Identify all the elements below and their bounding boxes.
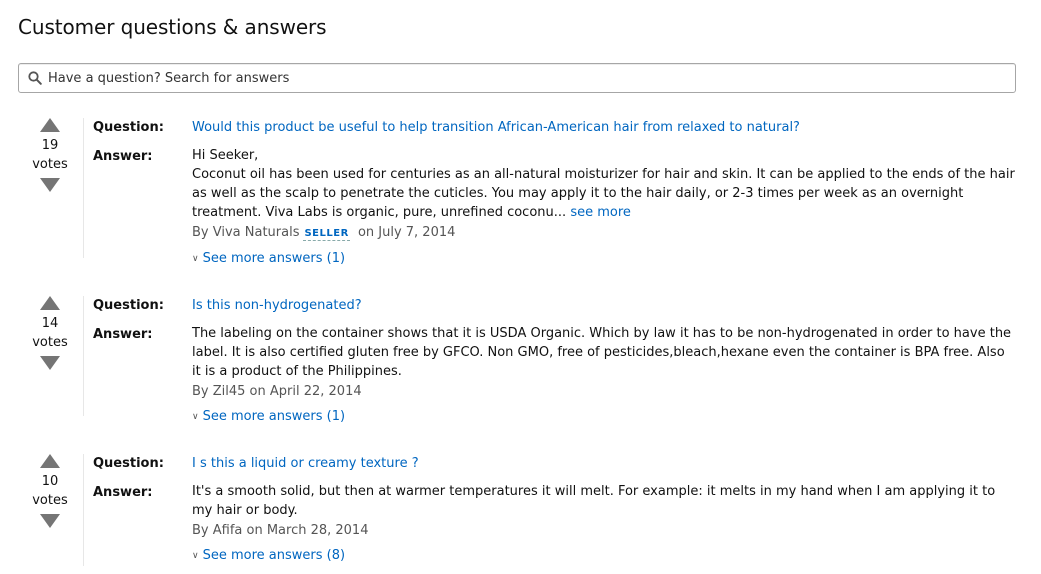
answer-body: It's a smooth solid, but then at warmer … <box>192 484 996 518</box>
vote-count: 19 <box>41 138 59 153</box>
answer-text: The labeling on the container shows that… <box>192 324 1017 381</box>
page-title: Customer questions & answers <box>18 15 327 39</box>
see-more-answers-label: See more answers (8) <box>202 548 346 563</box>
votes-label: votes <box>32 157 68 172</box>
vote-count: 14 <box>41 316 59 331</box>
answer-date: on July 7, 2014 <box>357 225 456 240</box>
see-more-answers-label: See more answers (1) <box>202 251 346 266</box>
question-label: Question: <box>93 120 164 135</box>
upvote-arrow-icon[interactable] <box>40 454 60 468</box>
answer-label: Answer: <box>93 485 153 500</box>
divider <box>83 454 84 566</box>
downvote-arrow-icon[interactable] <box>40 356 60 370</box>
divider <box>83 118 84 258</box>
author: By Viva Naturals <box>192 225 300 240</box>
see-more-answers-link[interactable]: ∨ See more answers (8) <box>192 548 345 563</box>
see-more-answers-link[interactable]: ∨ See more answers (1) <box>192 251 345 266</box>
answer-greeting: Hi Seeker, <box>192 148 259 163</box>
answer-byline: By Zil45 on April 22, 2014 <box>192 384 362 399</box>
double-chevron-down-icon: ∨ <box>192 551 199 561</box>
see-more-answers-link[interactable]: ∨ See more answers (1) <box>192 409 345 424</box>
upvote-arrow-icon[interactable] <box>40 118 60 132</box>
seller-badge[interactable]: SELLER <box>303 227 350 241</box>
answer-byline: By Viva Naturals SELLER on July 7, 2014 <box>192 225 455 241</box>
double-chevron-down-icon: ∨ <box>192 412 199 422</box>
answer-label: Answer: <box>93 149 153 164</box>
question-link[interactable]: Would this product be useful to help tra… <box>192 120 800 135</box>
question-label: Question: <box>93 456 164 471</box>
answer-text: Hi Seeker, Coconut oil has been used for… <box>192 146 1017 222</box>
votes-label: votes <box>32 493 68 508</box>
question-link[interactable]: Is this non-hydrogenated? <box>192 298 362 313</box>
search-input[interactable] <box>48 68 988 88</box>
answer-byline: By Afifa on March 28, 2014 <box>192 523 369 538</box>
search-box[interactable] <box>18 63 1016 93</box>
question-label: Question: <box>93 298 164 313</box>
vote-count: 10 <box>41 474 59 489</box>
divider <box>83 296 84 416</box>
see-more-answers-label: See more answers (1) <box>202 409 346 424</box>
answer-text: It's a smooth solid, but then at warmer … <box>192 482 1017 520</box>
see-more-link[interactable]: see more <box>570 205 631 220</box>
upvote-arrow-icon[interactable] <box>40 296 60 310</box>
search-icon <box>28 71 42 85</box>
question-link[interactable]: I s this a liquid or creamy texture ? <box>192 456 419 471</box>
double-chevron-down-icon: ∨ <box>192 254 199 264</box>
answer-label: Answer: <box>93 327 153 342</box>
votes-label: votes <box>32 335 68 350</box>
downvote-arrow-icon[interactable] <box>40 514 60 528</box>
answer-body: The labeling on the container shows that… <box>192 326 1012 379</box>
downvote-arrow-icon[interactable] <box>40 178 60 192</box>
